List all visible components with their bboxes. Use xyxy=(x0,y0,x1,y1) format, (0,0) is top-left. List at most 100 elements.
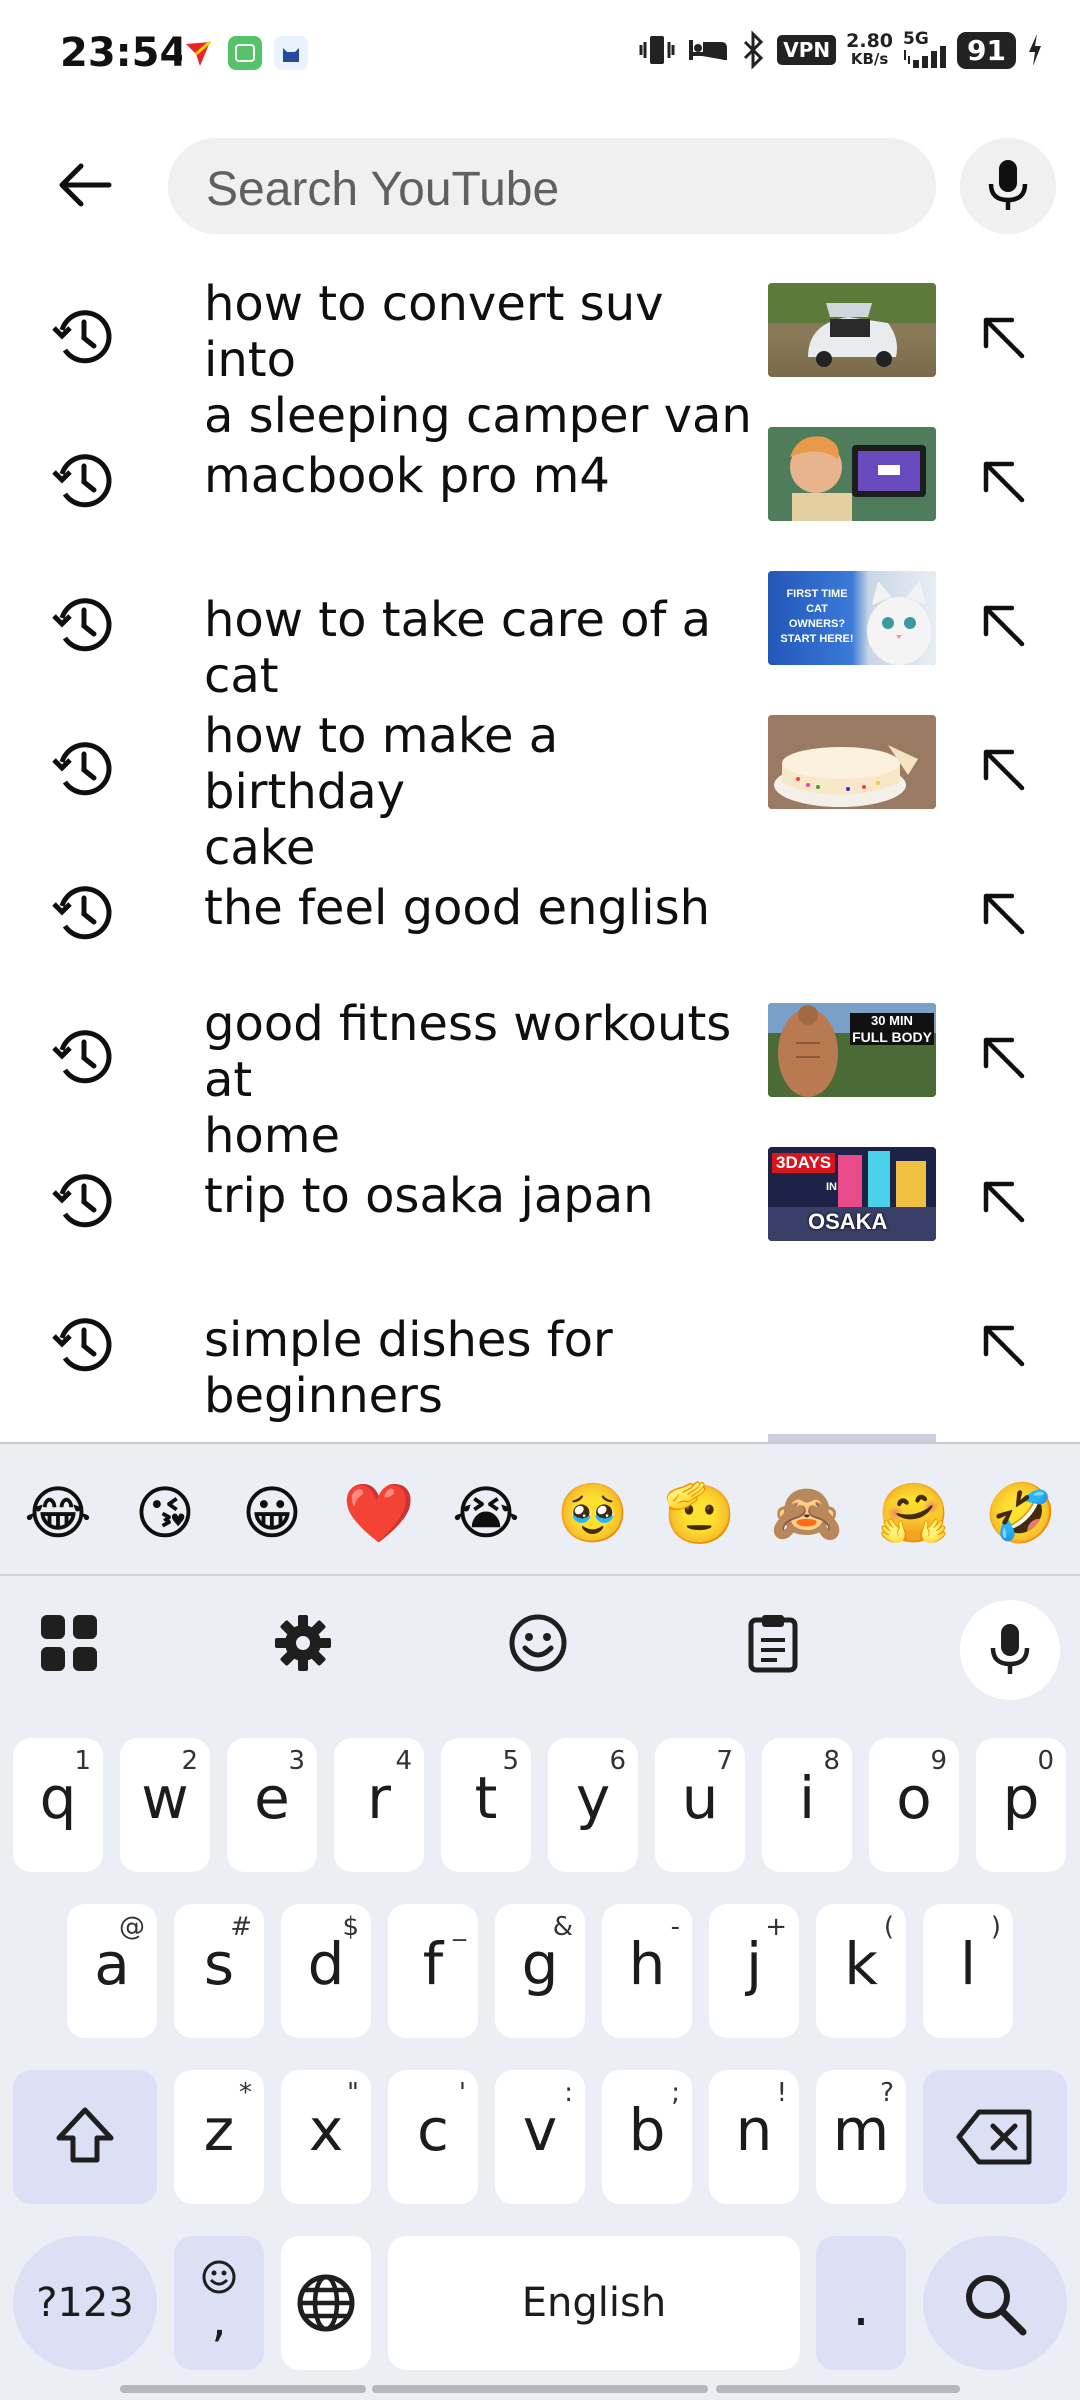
suggestion-row[interactable]: how to take care of a cat FIRST TIME CAT… xyxy=(0,548,1080,704)
suggestion-row[interactable]: the feel good english xyxy=(0,836,1080,980)
emoji-key[interactable]: 😂 xyxy=(20,1478,96,1550)
key-h[interactable]: -h xyxy=(602,1904,692,2038)
voice-search-button[interactable] xyxy=(960,138,1056,234)
key-label: p xyxy=(1002,1764,1040,1832)
key-j[interactable]: + j xyxy=(709,1904,799,2038)
status-time: 23:54 xyxy=(60,30,188,76)
key-r[interactable]: 4r xyxy=(334,1738,424,1872)
suggestion-line-1: how to convert suv into xyxy=(204,276,664,388)
back-button[interactable] xyxy=(40,148,130,222)
suggestion-line-1: trip to osaka japan xyxy=(204,1168,654,1224)
bluetooth-icon xyxy=(744,30,764,70)
suggestion-row[interactable]: macbook pro m4 xyxy=(0,404,1080,548)
period-key[interactable]: . xyxy=(816,2236,906,2370)
key-u[interactable]: 7u xyxy=(655,1738,745,1872)
key-y[interactable]: 6y xyxy=(548,1738,638,1872)
key-s[interactable]: # s xyxy=(174,1904,264,2038)
search-icon xyxy=(966,2275,1027,2336)
settings-button[interactable] xyxy=(258,1598,348,1688)
suggestion-text: the feel good english xyxy=(204,880,764,936)
clipboard-icon xyxy=(748,1615,798,1673)
suggestion-line-1: how to make a birthday xyxy=(204,708,559,820)
apps-grid-icon xyxy=(41,1615,97,1671)
key-x[interactable]: " x xyxy=(281,2070,371,2204)
key-c[interactable]: ' c xyxy=(388,2070,478,2204)
key-q[interactable]: 1q xyxy=(13,1738,103,1872)
emoji-key[interactable]: 🤣 xyxy=(983,1478,1059,1550)
emoji-key[interactable]: 🙈 xyxy=(769,1478,845,1550)
history-icon xyxy=(52,310,112,364)
key-e[interactable]: 3e xyxy=(227,1738,317,1872)
suggestion-thumbnail: 30 MIN FULL BODY xyxy=(768,1003,936,1097)
suggestion-thumbnail: FIRST TIME CAT OWNERS? START HERE! xyxy=(768,571,936,665)
apps-grid-button[interactable] xyxy=(24,1598,114,1688)
emoji-key[interactable]: 😀 xyxy=(234,1478,310,1550)
cat-app-icon xyxy=(274,36,308,70)
fill-query-arrow-icon[interactable] xyxy=(966,588,1038,660)
smiley-icon xyxy=(202,2260,236,2294)
microphone-icon xyxy=(988,160,1028,210)
backspace-key[interactable] xyxy=(923,2070,1067,2204)
fill-query-arrow-icon[interactable] xyxy=(966,732,1038,804)
key-m[interactable]: ? m xyxy=(816,2070,906,2204)
key-l[interactable]: ) l xyxy=(923,1904,1013,2038)
space-key[interactable]: English xyxy=(388,2236,800,2370)
key-w[interactable]: 2w xyxy=(120,1738,210,1872)
key-z[interactable]: * z xyxy=(174,2070,264,2204)
key-label: . xyxy=(852,2274,870,2339)
suggestion-row[interactable]: how to make a birthday cake xyxy=(0,692,1080,876)
history-icon xyxy=(52,1318,112,1372)
key-t[interactable]: 5t xyxy=(441,1738,531,1872)
nav-bar-segment xyxy=(372,2385,708,2393)
thumbnail-caption: 3DAYS xyxy=(772,1153,836,1173)
key-d[interactable]: $ d xyxy=(281,1904,371,2038)
shift-arrow-icon xyxy=(56,2107,114,2163)
key-b[interactable]: ; b xyxy=(602,2070,692,2204)
suggestion-row[interactable]: how to convert suv into a sleeping campe… xyxy=(0,260,1080,444)
key-f[interactable]: _ f xyxy=(388,1904,478,2038)
emoji-key[interactable]: 🥹 xyxy=(555,1478,631,1550)
key-o[interactable]: 9o xyxy=(869,1738,959,1872)
key-p[interactable]: 0p xyxy=(976,1738,1066,1872)
key-a[interactable]: @ a xyxy=(67,1904,157,2038)
search-enter-key[interactable] xyxy=(923,2236,1067,2370)
emoji-key[interactable]: 😭 xyxy=(448,1478,524,1550)
symbols-key[interactable]: ?123 xyxy=(13,2236,157,2370)
key-label: f xyxy=(422,1930,444,1998)
fill-query-arrow-icon[interactable] xyxy=(966,300,1038,372)
emoji-key[interactable]: ❤️ xyxy=(341,1478,417,1550)
fill-query-arrow-icon[interactable] xyxy=(966,444,1038,516)
suggestion-row[interactable]: simple dishes for beginners xyxy=(0,1268,1080,1424)
key-k[interactable]: (k xyxy=(816,1904,906,2038)
key-label: j xyxy=(745,1930,763,1998)
fill-query-arrow-icon[interactable] xyxy=(966,876,1038,948)
emoji-key[interactable]: 🫡 xyxy=(662,1478,738,1550)
gear-icon xyxy=(275,1615,331,1671)
search-placeholder: Search YouTube xyxy=(206,163,560,216)
suggestion-text: trip to osaka japan xyxy=(204,1168,764,1224)
emoji-key[interactable]: 😘 xyxy=(127,1478,203,1550)
smiley-icon xyxy=(509,1614,567,1672)
keyboard-voice-button[interactable] xyxy=(960,1600,1060,1700)
suggestion-row[interactable]: good fitness workouts at home 30 MIN FUL… xyxy=(0,980,1080,1164)
emoji-key[interactable]: 🤗 xyxy=(876,1478,952,1550)
suggestion-row[interactable]: trip to osaka japan 3DAYS IN OSAKA xyxy=(0,1124,1080,1268)
clipboard-button[interactable] xyxy=(728,1598,818,1688)
fill-query-arrow-icon[interactable] xyxy=(966,1020,1038,1092)
key-n[interactable]: ! n xyxy=(709,2070,799,2204)
key-label: n xyxy=(735,2096,773,2164)
search-input[interactable]: Search YouTube xyxy=(168,138,936,234)
language-key[interactable] xyxy=(281,2236,371,2370)
comma-emoji-key[interactable]: , xyxy=(174,2236,264,2370)
key-i[interactable]: 8i xyxy=(762,1738,852,1872)
microphone-icon xyxy=(990,1624,1030,1674)
fill-query-arrow-icon[interactable] xyxy=(966,1164,1038,1236)
key-v[interactable]: :v xyxy=(495,2070,585,2204)
shift-key[interactable] xyxy=(13,2070,157,2204)
key-label: m xyxy=(832,2096,890,2164)
key-g[interactable]: & g xyxy=(495,1904,585,2038)
emoji-button[interactable] xyxy=(493,1598,583,1688)
history-icon xyxy=(52,886,112,940)
fill-query-arrow-icon[interactable] xyxy=(966,1308,1038,1380)
key-label: y xyxy=(575,1764,611,1832)
